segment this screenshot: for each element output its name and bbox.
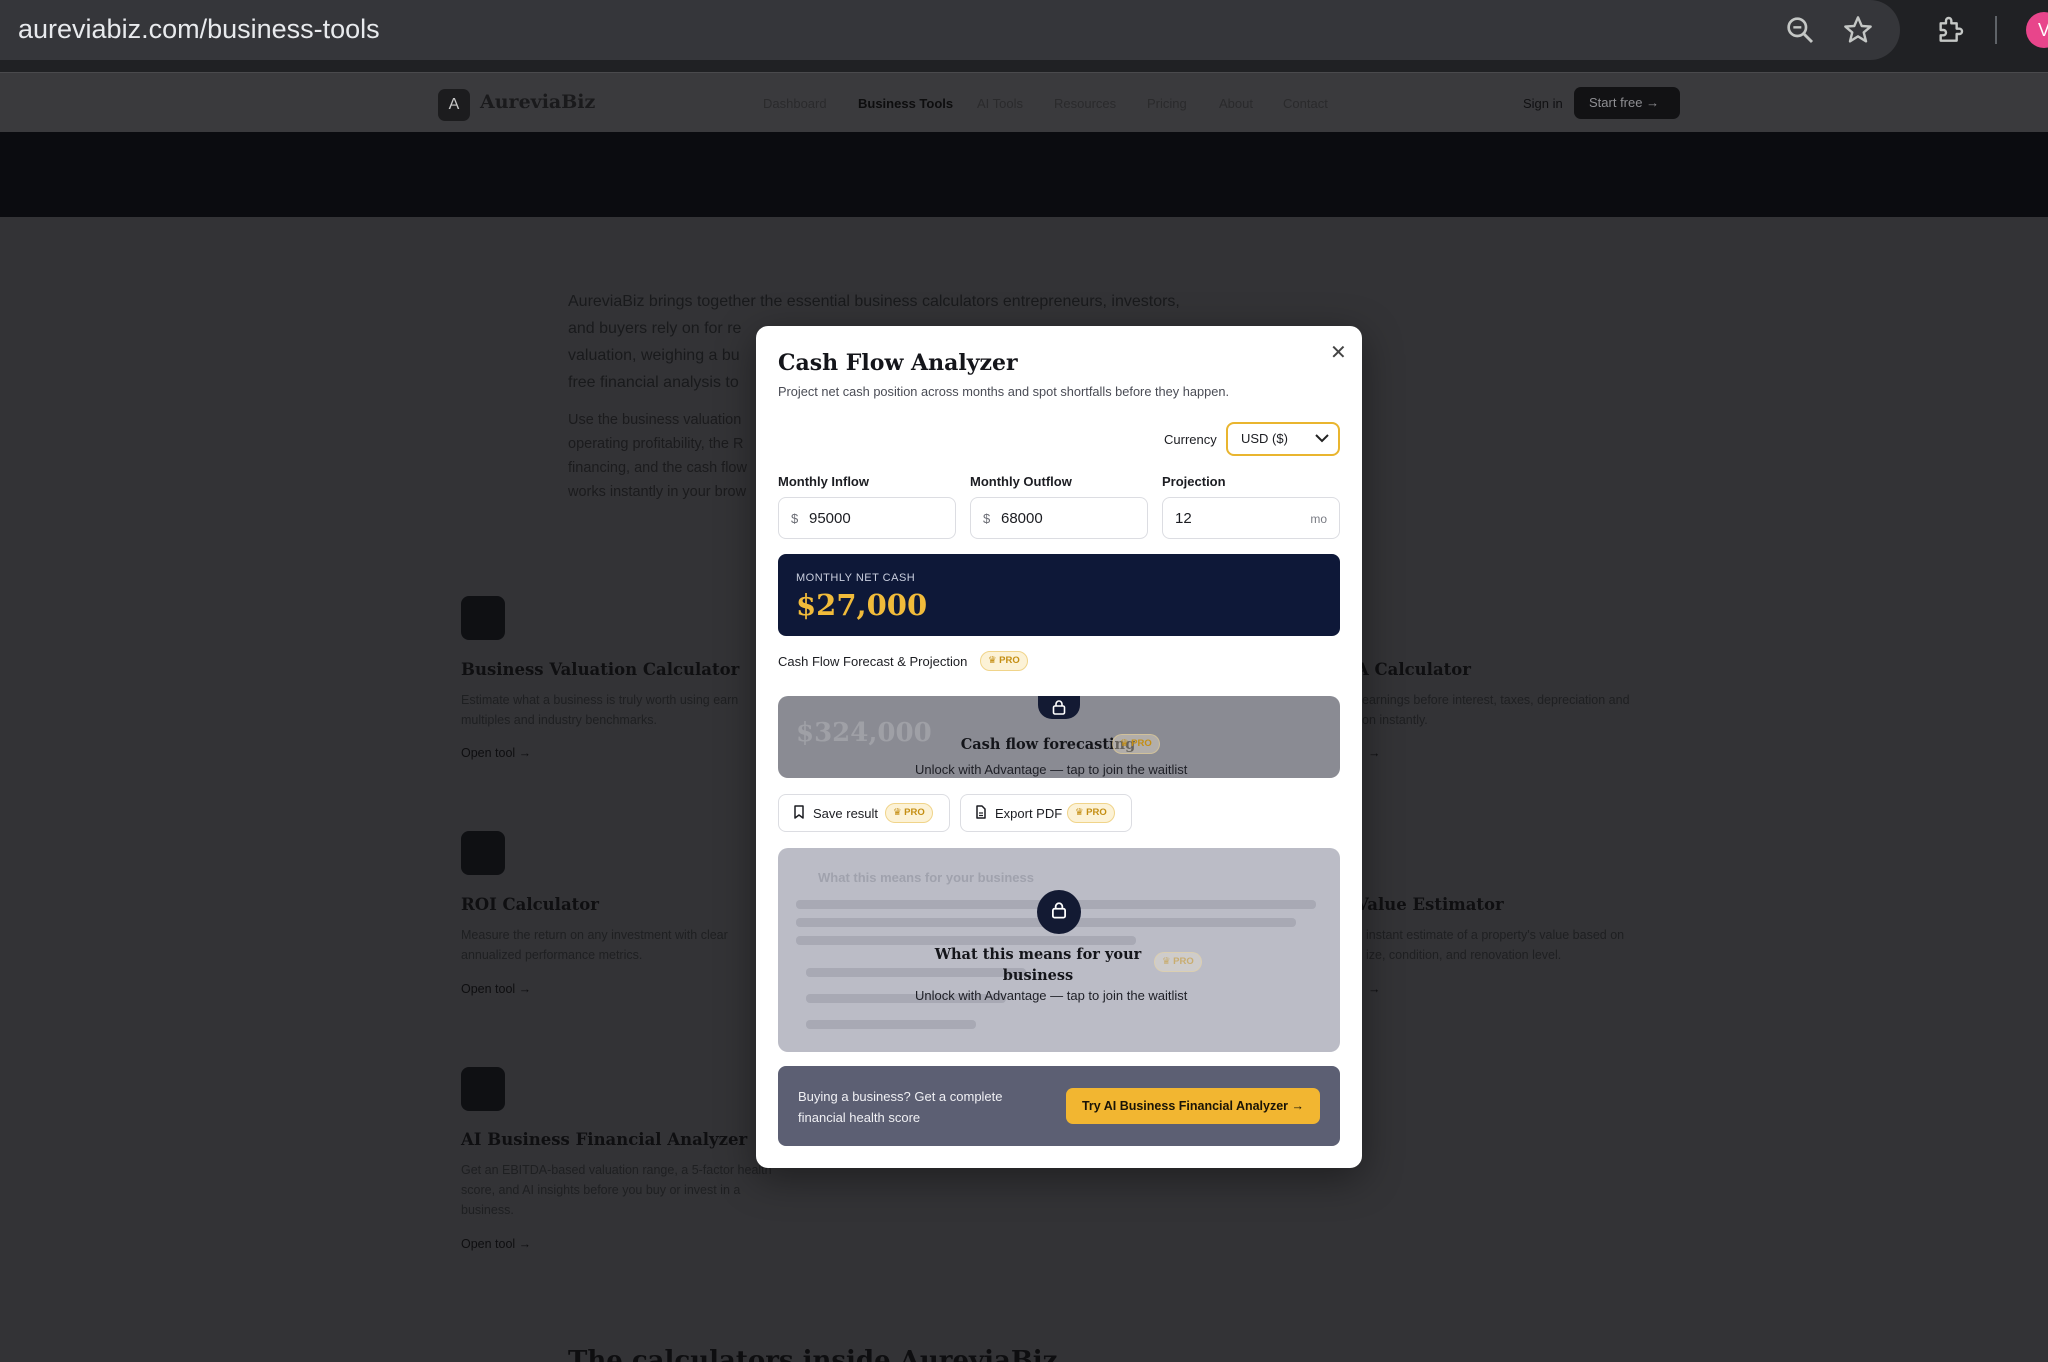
file-icon	[975, 805, 987, 822]
currency-select[interactable]: USD ($)	[1226, 422, 1340, 456]
insights-locked-panel[interactable]: What this means for your business What t…	[778, 848, 1340, 1052]
lock-icon	[1037, 890, 1081, 934]
crown-icon: ♛	[1120, 738, 1129, 749]
promo-text: Buying a business? Get a complete financ…	[798, 1089, 1003, 1125]
analyzer-promo: Buying a business? Get a complete financ…	[778, 1066, 1340, 1146]
net-cash-label: MONTHLY NET CASH	[796, 572, 916, 584]
forecast-section-label: Cash Flow Forecast & Projection	[778, 654, 968, 669]
inflow-value[interactable]: 95000	[809, 510, 851, 527]
zoom-icon[interactable]	[1784, 14, 1816, 46]
export-pdf-button[interactable]: Export PDF ♛ PRO	[960, 794, 1132, 832]
nav-business-tools[interactable]: Business Tools	[858, 96, 953, 111]
dollar-prefix: $	[791, 511, 799, 526]
sign-in-link[interactable]: Sign in	[1523, 96, 1563, 111]
piggy-bank-icon	[461, 831, 505, 875]
close-icon[interactable]: ✕	[1330, 340, 1347, 365]
open-tool-link[interactable]: Open tool →	[461, 746, 531, 760]
nav-pricing[interactable]: Pricing	[1147, 96, 1187, 111]
net-cash-value: $27,000	[796, 588, 928, 622]
projection-input[interactable]: 12 mo	[1162, 497, 1340, 539]
pro-badge: ♛ PRO	[980, 651, 1028, 671]
nav-contact[interactable]: Contact	[1283, 96, 1328, 111]
tool-title[interactable]: AI Business Financial Analyzer	[461, 1130, 747, 1149]
currency-label: Currency	[1164, 432, 1217, 447]
extensions-icon[interactable]	[1934, 14, 1966, 46]
projection-label: Projection	[1162, 474, 1226, 489]
chevron-down-icon	[1315, 434, 1329, 443]
crown-icon: ♛	[1075, 807, 1084, 818]
open-tool-link[interactable]: →	[1368, 982, 1381, 996]
start-free-button[interactable]: Start free →	[1574, 87, 1680, 119]
blurred-insight-title: What this means for your business	[818, 870, 1034, 885]
projection-value[interactable]: 12	[1175, 510, 1192, 527]
nav-ai-tools[interactable]: AI Tools	[977, 96, 1023, 111]
nav-about[interactable]: About	[1219, 96, 1253, 111]
blurred-forecast-value: $324,000	[796, 718, 932, 748]
section-heading: The calculators inside AureviaBiz	[568, 1346, 1058, 1362]
tool-description: earnings before interest, taxes, depreci…	[1362, 693, 1630, 727]
url-text[interactable]: aureviabiz.com/business-tools	[18, 14, 380, 45]
pro-badge: ♛ PRO	[1067, 803, 1115, 823]
modal-title: Cash Flow Analyzer	[778, 350, 1018, 376]
outflow-label: Monthly Outflow	[970, 474, 1072, 489]
crown-icon: ♛	[1162, 956, 1171, 967]
open-tool-link[interactable]: →	[1368, 746, 1381, 760]
nav-resources[interactable]: Resources	[1054, 96, 1116, 111]
tool-title[interactable]: A Calculator	[1356, 660, 1471, 679]
lock-icon	[1038, 696, 1080, 719]
site-header: A AureviaBiz Dashboard Business Tools AI…	[0, 72, 2048, 132]
inflow-label: Monthly Inflow	[778, 474, 869, 489]
cash-flow-modal: ✕ Cash Flow Analyzer Project net cash po…	[756, 326, 1362, 1168]
tool-description: Get an EBITDA-based valuation range, a 5…	[461, 1163, 772, 1217]
tool-description: Measure the return on any investment wit…	[461, 928, 728, 962]
tool-title[interactable]: Business Valuation Calculator	[461, 660, 739, 679]
calculator-icon	[461, 596, 505, 640]
blurred-text-line	[806, 1020, 976, 1029]
modal-subtitle: Project net cash position across months …	[778, 384, 1229, 399]
pro-badge: ♛ PRO	[1154, 952, 1202, 972]
logo-mark[interactable]: A	[438, 89, 470, 121]
months-suffix: mo	[1310, 512, 1327, 526]
outflow-value[interactable]: 68000	[1001, 510, 1043, 527]
dollar-prefix: $	[983, 511, 991, 526]
open-tool-link[interactable]: Open tool →	[461, 982, 531, 996]
outflow-input[interactable]: $ 68000	[970, 497, 1148, 539]
tool-description: instant estimate of a property's value b…	[1366, 928, 1625, 962]
hero-band	[0, 132, 2048, 217]
bookmark-star-icon[interactable]	[1842, 14, 1874, 46]
profile-avatar[interactable]: V	[2026, 12, 2048, 48]
browser-toolbar: aureviabiz.com/business-tools V	[0, 0, 2048, 72]
unlock-text[interactable]: Unlock with Advantage — tap to join the …	[915, 762, 1187, 777]
nav-dashboard[interactable]: Dashboard	[763, 96, 827, 111]
pro-badge: ♛ PRO	[885, 803, 933, 823]
pro-badge: ♛ PRO	[1112, 734, 1160, 754]
crown-icon: ♛	[893, 807, 902, 818]
inflow-input[interactable]: $ 95000	[778, 497, 956, 539]
brand-name[interactable]: AureviaBiz	[480, 91, 595, 113]
gauge-icon	[461, 1067, 505, 1111]
bookmark-icon	[793, 805, 805, 822]
net-cash-card: MONTHLY NET CASH $27,000	[778, 554, 1340, 636]
unlock-text[interactable]: Unlock with Advantage — tap to join the …	[915, 988, 1187, 1003]
forecast-locked-panel[interactable]: $324,000 Cash flow forecasting ♛ PRO Unl…	[778, 696, 1340, 778]
insight-lock-title: What this means for your business	[934, 946, 1142, 984]
open-tool-link[interactable]: Open tool →	[461, 1237, 531, 1251]
try-analyzer-button[interactable]: Try AI Business Financial Analyzer →	[1066, 1088, 1320, 1124]
use-paragraph: Use the business valuation operating pro…	[568, 412, 747, 500]
crown-icon: ♛	[988, 655, 997, 666]
tool-description: Estimate what a business is truly worth …	[461, 693, 739, 727]
toolbar-separator	[1995, 16, 1997, 44]
save-result-button[interactable]: Save result ♛ PRO	[778, 794, 950, 832]
address-bar[interactable]: aureviabiz.com/business-tools	[0, 0, 1900, 60]
tool-title[interactable]: ROI Calculator	[461, 895, 599, 914]
tool-title[interactable]: Value Estimator	[1356, 895, 1504, 914]
